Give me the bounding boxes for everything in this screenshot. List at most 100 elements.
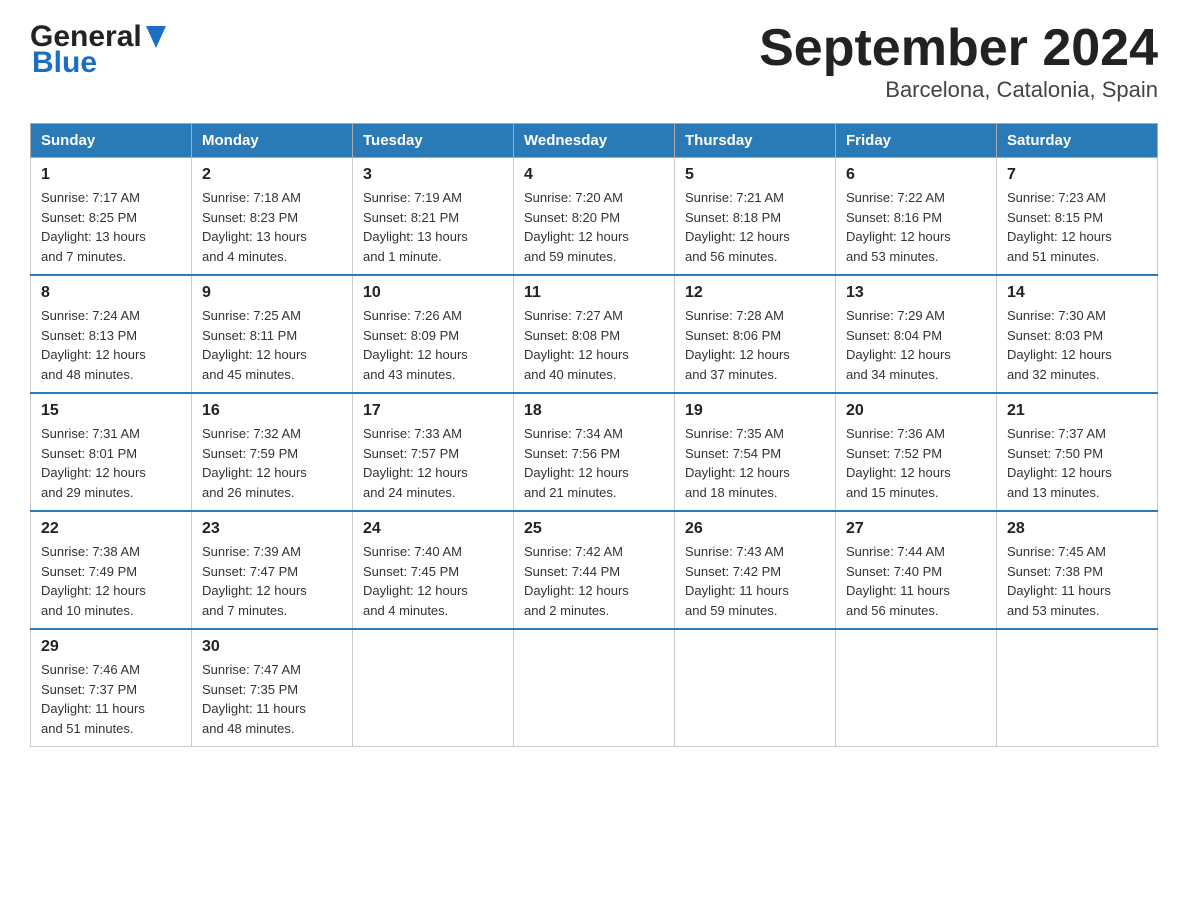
day-info: Sunrise: 7:18 AM Sunset: 8:23 PM Dayligh…	[202, 188, 342, 266]
calendar-week-row: 1 Sunrise: 7:17 AM Sunset: 8:25 PM Daylig…	[31, 158, 1158, 276]
day-info: Sunrise: 7:17 AM Sunset: 8:25 PM Dayligh…	[41, 188, 181, 266]
day-info: Sunrise: 7:36 AM Sunset: 7:52 PM Dayligh…	[846, 424, 986, 502]
day-info: Sunrise: 7:33 AM Sunset: 7:57 PM Dayligh…	[363, 424, 503, 502]
calendar-header-row: SundayMondayTuesdayWednesdayThursdayFrid…	[31, 124, 1158, 158]
day-number: 27	[846, 520, 986, 538]
calendar-day-cell	[997, 629, 1158, 747]
calendar-day-cell: 7 Sunrise: 7:23 AM Sunset: 8:15 PM Daylig…	[997, 158, 1158, 276]
calendar-day-cell: 19 Sunrise: 7:35 AM Sunset: 7:54 PM Dayli…	[675, 393, 836, 511]
calendar-day-cell: 4 Sunrise: 7:20 AM Sunset: 8:20 PM Daylig…	[514, 158, 675, 276]
column-header-monday: Monday	[192, 124, 353, 158]
calendar-day-cell: 13 Sunrise: 7:29 AM Sunset: 8:04 PM Dayli…	[836, 275, 997, 393]
day-number: 2	[202, 166, 342, 184]
day-info: Sunrise: 7:44 AM Sunset: 7:40 PM Dayligh…	[846, 542, 986, 620]
day-info: Sunrise: 7:43 AM Sunset: 7:42 PM Dayligh…	[685, 542, 825, 620]
day-info: Sunrise: 7:29 AM Sunset: 8:04 PM Dayligh…	[846, 306, 986, 384]
day-info: Sunrise: 7:31 AM Sunset: 8:01 PM Dayligh…	[41, 424, 181, 502]
day-number: 15	[41, 402, 181, 420]
day-number: 11	[524, 284, 664, 302]
calendar-day-cell: 5 Sunrise: 7:21 AM Sunset: 8:18 PM Daylig…	[675, 158, 836, 276]
calendar-week-row: 22 Sunrise: 7:38 AM Sunset: 7:49 PM Dayli…	[31, 511, 1158, 629]
calendar-day-cell: 1 Sunrise: 7:17 AM Sunset: 8:25 PM Daylig…	[31, 158, 192, 276]
day-info: Sunrise: 7:35 AM Sunset: 7:54 PM Dayligh…	[685, 424, 825, 502]
calendar-day-cell: 18 Sunrise: 7:34 AM Sunset: 7:56 PM Dayli…	[514, 393, 675, 511]
day-number: 26	[685, 520, 825, 538]
title-section: September 2024 Barcelona, Catalonia, Spa…	[759, 20, 1158, 103]
calendar-day-cell: 12Sunrise: 7:28 AM Sunset: 8:06 PM Dayli…	[675, 275, 836, 393]
calendar-day-cell: 29 Sunrise: 7:46 AM Sunset: 7:37 PM Dayli…	[31, 629, 192, 747]
page-subtitle: Barcelona, Catalonia, Spain	[759, 77, 1158, 103]
day-number: 29	[41, 638, 181, 656]
calendar-day-cell: 15 Sunrise: 7:31 AM Sunset: 8:01 PM Dayli…	[31, 393, 192, 511]
day-info: Sunrise: 7:27 AM Sunset: 8:08 PM Dayligh…	[524, 306, 664, 384]
day-info: Sunrise: 7:37 AM Sunset: 7:50 PM Dayligh…	[1007, 424, 1147, 502]
day-info: Sunrise: 7:26 AM Sunset: 8:09 PM Dayligh…	[363, 306, 503, 384]
column-header-wednesday: Wednesday	[514, 124, 675, 158]
day-number: 18	[524, 402, 664, 420]
day-info: Sunrise: 7:23 AM Sunset: 8:15 PM Dayligh…	[1007, 188, 1147, 266]
day-info: Sunrise: 7:22 AM Sunset: 8:16 PM Dayligh…	[846, 188, 986, 266]
calendar-day-cell: 14Sunrise: 7:30 AM Sunset: 8:03 PM Dayli…	[997, 275, 1158, 393]
calendar-day-cell: 2 Sunrise: 7:18 AM Sunset: 8:23 PM Daylig…	[192, 158, 353, 276]
calendar-day-cell: 10 Sunrise: 7:26 AM Sunset: 8:09 PM Dayli…	[353, 275, 514, 393]
day-number: 28	[1007, 520, 1147, 538]
day-number: 5	[685, 166, 825, 184]
day-number: 4	[524, 166, 664, 184]
day-info: Sunrise: 7:34 AM Sunset: 7:56 PM Dayligh…	[524, 424, 664, 502]
day-info: Sunrise: 7:40 AM Sunset: 7:45 PM Dayligh…	[363, 542, 503, 620]
day-info: Sunrise: 7:47 AM Sunset: 7:35 PM Dayligh…	[202, 660, 342, 738]
calendar-day-cell: 16Sunrise: 7:32 AM Sunset: 7:59 PM Dayli…	[192, 393, 353, 511]
page-title: September 2024	[759, 20, 1158, 77]
calendar-day-cell: 8Sunrise: 7:24 AM Sunset: 8:13 PM Daylig…	[31, 275, 192, 393]
day-info: Sunrise: 7:39 AM Sunset: 7:47 PM Dayligh…	[202, 542, 342, 620]
day-info: Sunrise: 7:19 AM Sunset: 8:21 PM Dayligh…	[363, 188, 503, 266]
column-header-thursday: Thursday	[675, 124, 836, 158]
logo: General Blue	[30, 20, 166, 80]
day-number: 16	[202, 402, 342, 420]
calendar-day-cell: 20Sunrise: 7:36 AM Sunset: 7:52 PM Dayli…	[836, 393, 997, 511]
day-number: 13	[846, 284, 986, 302]
day-number: 24	[363, 520, 503, 538]
calendar-week-row: 15 Sunrise: 7:31 AM Sunset: 8:01 PM Dayli…	[31, 393, 1158, 511]
calendar-day-cell	[675, 629, 836, 747]
day-number: 10	[363, 284, 503, 302]
day-info: Sunrise: 7:20 AM Sunset: 8:20 PM Dayligh…	[524, 188, 664, 266]
day-info: Sunrise: 7:25 AM Sunset: 8:11 PM Dayligh…	[202, 306, 342, 384]
calendar-day-cell	[353, 629, 514, 747]
day-number: 21	[1007, 402, 1147, 420]
day-info: Sunrise: 7:46 AM Sunset: 7:37 PM Dayligh…	[41, 660, 181, 738]
column-header-tuesday: Tuesday	[353, 124, 514, 158]
calendar-day-cell	[514, 629, 675, 747]
day-number: 22	[41, 520, 181, 538]
day-info: Sunrise: 7:38 AM Sunset: 7:49 PM Dayligh…	[41, 542, 181, 620]
day-number: 14	[1007, 284, 1147, 302]
day-info: Sunrise: 7:24 AM Sunset: 8:13 PM Dayligh…	[41, 306, 181, 384]
day-number: 25	[524, 520, 664, 538]
calendar-day-cell	[836, 629, 997, 747]
day-info: Sunrise: 7:45 AM Sunset: 7:38 PM Dayligh…	[1007, 542, 1147, 620]
calendar-day-cell: 30 Sunrise: 7:47 AM Sunset: 7:35 PM Dayli…	[192, 629, 353, 747]
day-info: Sunrise: 7:28 AM Sunset: 8:06 PM Dayligh…	[685, 306, 825, 384]
calendar-day-cell: 6 Sunrise: 7:22 AM Sunset: 8:16 PM Daylig…	[836, 158, 997, 276]
logo-blue-text: Blue	[32, 46, 166, 80]
calendar-day-cell: 27 Sunrise: 7:44 AM Sunset: 7:40 PM Dayli…	[836, 511, 997, 629]
column-header-saturday: Saturday	[997, 124, 1158, 158]
column-header-sunday: Sunday	[31, 124, 192, 158]
day-number: 19	[685, 402, 825, 420]
calendar-table: SundayMondayTuesdayWednesdayThursdayFrid…	[30, 123, 1158, 747]
day-info: Sunrise: 7:42 AM Sunset: 7:44 PM Dayligh…	[524, 542, 664, 620]
day-number: 30	[202, 638, 342, 656]
calendar-week-row: 8Sunrise: 7:24 AM Sunset: 8:13 PM Daylig…	[31, 275, 1158, 393]
page-header: General Blue September 2024 Barcelona, C…	[30, 20, 1158, 103]
calendar-day-cell: 22 Sunrise: 7:38 AM Sunset: 7:49 PM Dayli…	[31, 511, 192, 629]
day-info: Sunrise: 7:21 AM Sunset: 8:18 PM Dayligh…	[685, 188, 825, 266]
day-number: 6	[846, 166, 986, 184]
calendar-week-row: 29 Sunrise: 7:46 AM Sunset: 7:37 PM Dayli…	[31, 629, 1158, 747]
calendar-day-cell: 11 Sunrise: 7:27 AM Sunset: 8:08 PM Dayli…	[514, 275, 675, 393]
calendar-day-cell: 28 Sunrise: 7:45 AM Sunset: 7:38 PM Dayli…	[997, 511, 1158, 629]
calendar-day-cell: 23 Sunrise: 7:39 AM Sunset: 7:47 PM Dayli…	[192, 511, 353, 629]
day-number: 7	[1007, 166, 1147, 184]
day-number: 23	[202, 520, 342, 538]
day-number: 9	[202, 284, 342, 302]
day-number: 1	[41, 166, 181, 184]
